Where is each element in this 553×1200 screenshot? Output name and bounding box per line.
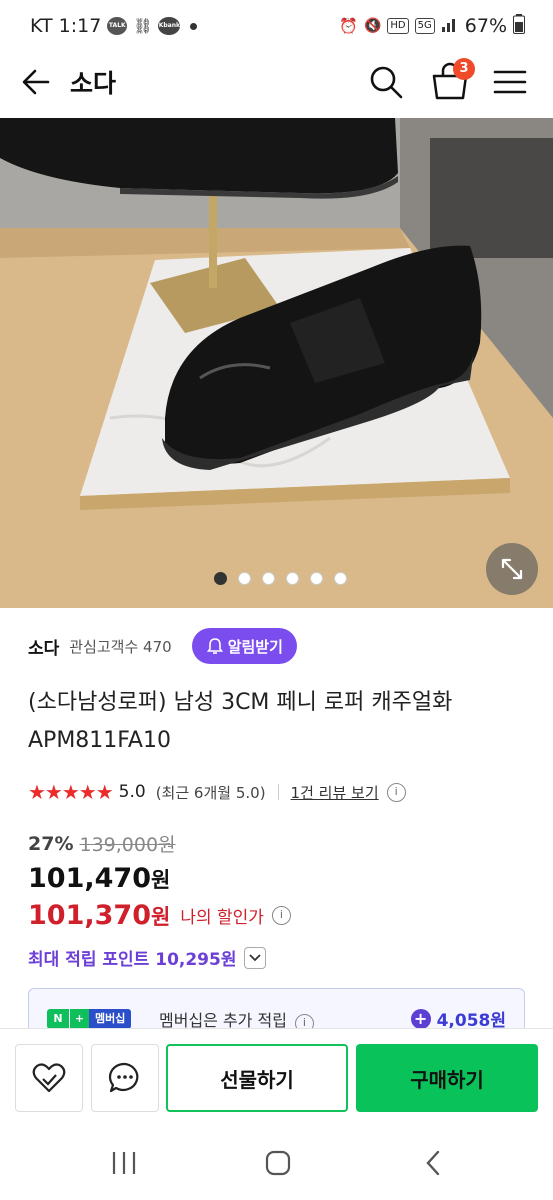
naver-membership-badge: N + 멤버십 — [47, 1009, 132, 1029]
info-icon[interactable]: i — [386, 782, 406, 802]
kbank-notification-icon: Kbank — [158, 17, 181, 35]
alarm-icon: ⏰ — [339, 17, 358, 35]
bell-plus-icon — [206, 638, 223, 654]
system-nav-bar — [0, 1126, 553, 1200]
product-photo-illustration — [0, 118, 553, 608]
chevron-down-icon[interactable] — [244, 946, 267, 969]
hd-icon: HD — [387, 18, 409, 34]
max-points-label: 최대 적립 포인트 10,295원 — [28, 950, 237, 970]
cart-count-badge: 3 — [453, 58, 475, 80]
my-price-unit: 원 — [150, 905, 171, 929]
star-rating-icon: ★★★★★ — [28, 780, 114, 804]
recent-rating: (최근 6개월 5.0) — [155, 783, 266, 802]
battery-icon — [513, 13, 525, 39]
carousel-dot[interactable] — [334, 572, 347, 585]
carousel-dot[interactable] — [262, 572, 275, 585]
home-icon[interactable] — [258, 1148, 298, 1178]
more-notifications-icon — [190, 22, 198, 30]
carousel-indicator — [0, 572, 553, 585]
back-arrow-icon[interactable] — [18, 64, 54, 100]
product-image[interactable] — [0, 118, 553, 608]
network-icon: 5G — [414, 18, 435, 34]
cart-button[interactable]: 3 — [428, 58, 475, 102]
carousel-dot[interactable] — [238, 572, 251, 585]
bottom-action-bar: 선물하기 구매하기 — [0, 1028, 553, 1126]
badge-label: 멤버십 — [89, 1009, 132, 1029]
status-bar: KT 1:17 TALK ⛓ Kbank ⏰ 🔇 HD 5G 67% — [0, 0, 553, 52]
store-info: 소다 관심고객수 470 알림받기 — [28, 628, 297, 664]
signal-icon — [441, 15, 459, 38]
chat-bubble-icon — [108, 1062, 139, 1093]
search-icon[interactable] — [366, 62, 406, 102]
carousel-dot[interactable] — [310, 572, 323, 585]
review-link[interactable]: 1건 리뷰 보기 — [291, 782, 379, 803]
recent-apps-icon[interactable] — [104, 1148, 144, 1178]
discount-info: 27% 139,000원 — [28, 830, 176, 857]
product-title-line1: (소다남성로퍼) 남성 3CM 페니 로퍼 캐주얼화 — [28, 690, 453, 715]
product-title: (소다남성로퍼) 남성 3CM 페니 로퍼 캐주얼화 APM811FA10 — [28, 684, 528, 760]
max-points[interactable]: 최대 적립 포인트 10,295원 — [28, 945, 267, 970]
fullscreen-button[interactable] — [486, 543, 538, 595]
mute-icon: 🔇 — [363, 18, 382, 34]
rating-summary: ★★★★★ 5.0 (최근 6개월 5.0) 1건 리뷰 보기 i — [28, 780, 406, 804]
original-price: 139,000원 — [79, 834, 176, 856]
info-icon[interactable]: i — [271, 906, 291, 925]
sale-price-unit: 원 — [150, 868, 171, 892]
sale-price: 101,470원 — [28, 863, 170, 894]
carousel-dot[interactable] — [214, 572, 227, 585]
wishlist-button[interactable] — [15, 1044, 83, 1112]
my-discount-price: 101,370원 나의 할인가 i — [28, 900, 291, 931]
badge-plus: + — [69, 1009, 89, 1029]
page-title: 소다 — [70, 69, 117, 98]
heart-check-icon — [32, 1063, 66, 1093]
chat-button[interactable] — [91, 1044, 159, 1112]
store-name[interactable]: 소다 — [28, 634, 59, 659]
alarm-button-label: 알림받기 — [227, 637, 283, 656]
my-price: 101,370원 — [28, 900, 170, 931]
badge-n: N — [47, 1009, 69, 1029]
app-header: 소다 3 — [0, 52, 553, 118]
carousel-dot[interactable] — [286, 572, 299, 585]
alarm-subscribe-button[interactable]: 알림받기 — [191, 628, 297, 664]
plus-icon: + — [410, 1008, 431, 1029]
sale-price-number: 101,470 — [28, 863, 151, 894]
link-notification-icon: ⛓ — [133, 17, 153, 35]
discount-rate: 27% — [28, 832, 74, 855]
my-price-number: 101,370 — [28, 900, 151, 931]
my-price-label: 나의 할인가 — [180, 908, 264, 928]
expand-icon — [501, 558, 523, 580]
talk-notification-icon: TALK — [107, 17, 128, 35]
buy-button[interactable]: 구매하기 — [356, 1044, 538, 1112]
gift-button[interactable]: 선물하기 — [166, 1044, 348, 1112]
nav-back-icon[interactable] — [414, 1148, 454, 1178]
product-title-line2: APM811FA10 — [28, 728, 171, 753]
status-time: KT 1:17 — [30, 15, 102, 37]
battery-percent: 67% — [464, 15, 507, 37]
menu-icon[interactable] — [492, 64, 528, 100]
store-fans-count: 관심고객수 470 — [69, 637, 172, 656]
rating-score: 5.0 — [118, 782, 146, 802]
divider — [277, 784, 279, 800]
